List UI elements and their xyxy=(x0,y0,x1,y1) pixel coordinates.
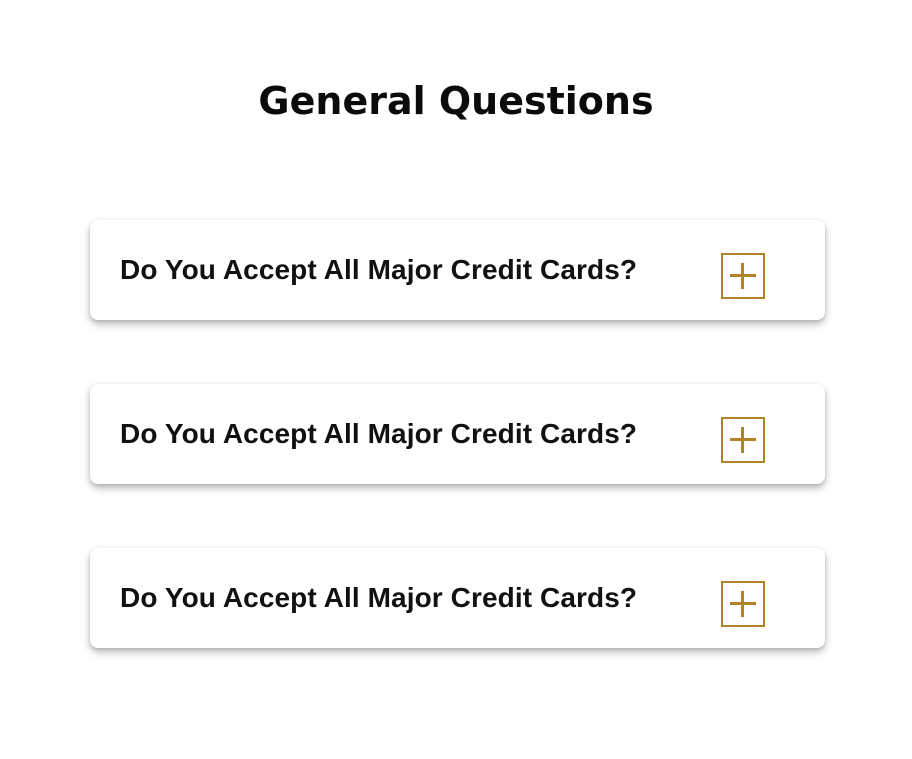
faq-section: General Questions Do You Accept All Majo… xyxy=(0,0,912,759)
plus-icon xyxy=(730,263,756,289)
plus-icon xyxy=(730,591,756,617)
faq-item[interactable]: Do You Accept All Major Credit Cards? xyxy=(90,384,825,484)
faq-item[interactable]: Do You Accept All Major Credit Cards? xyxy=(90,548,825,648)
faq-question[interactable]: Do You Accept All Major Credit Cards? xyxy=(120,253,637,287)
faq-question[interactable]: Do You Accept All Major Credit Cards? xyxy=(120,417,637,451)
faq-question[interactable]: Do You Accept All Major Credit Cards? xyxy=(120,581,637,615)
expand-button[interactable] xyxy=(721,417,765,463)
faq-item[interactable]: Do You Accept All Major Credit Cards? xyxy=(90,220,825,320)
expand-button[interactable] xyxy=(721,253,765,299)
page-title: General Questions xyxy=(258,79,654,123)
plus-icon xyxy=(730,427,756,453)
expand-button[interactable] xyxy=(721,581,765,627)
